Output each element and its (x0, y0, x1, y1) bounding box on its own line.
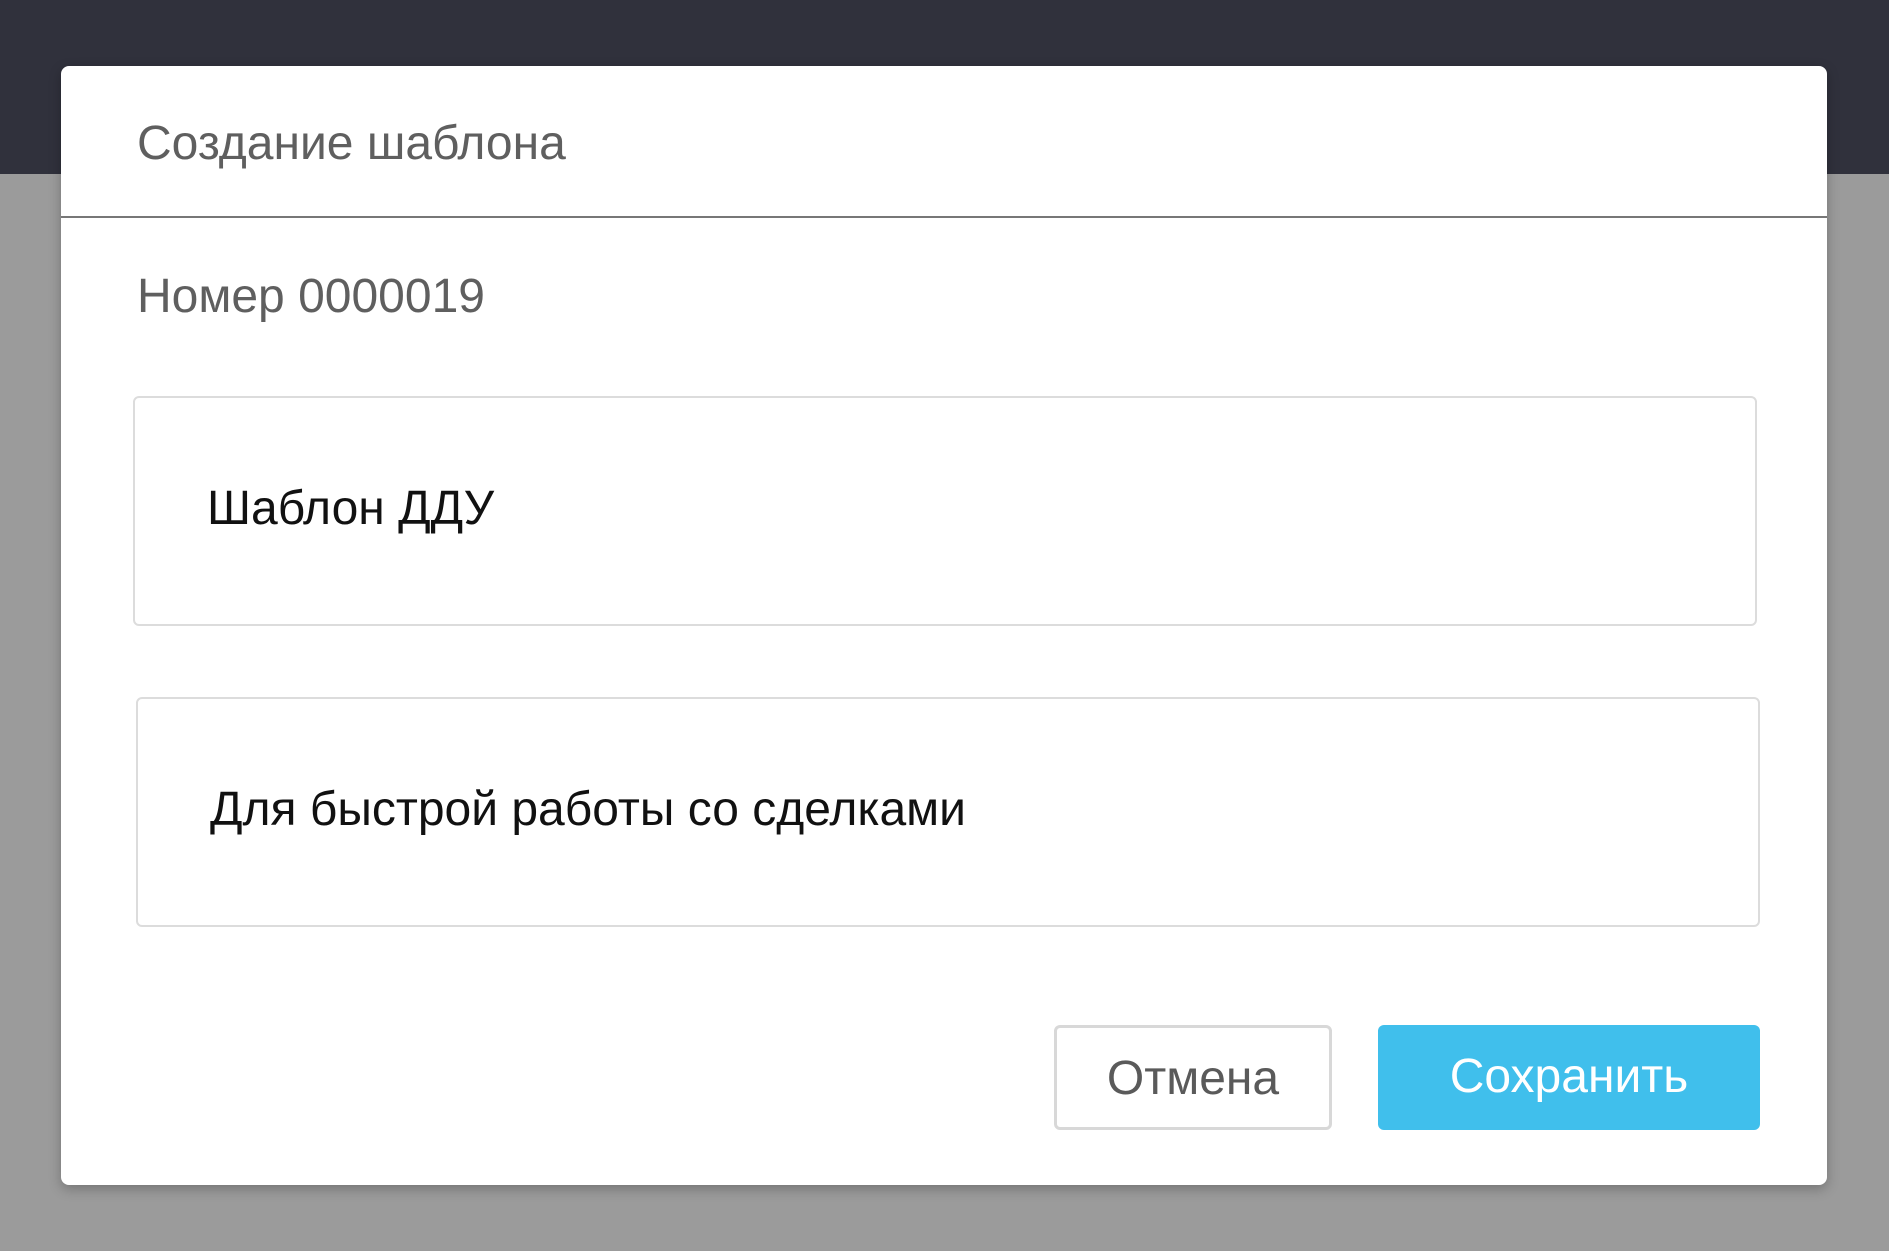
dialog-title: Создание шаблона (137, 117, 566, 170)
screen-overlay: Создание шаблона Номер 0000019 Шаблон ДД… (0, 0, 1889, 1251)
cancel-button[interactable]: Отмена (1054, 1025, 1332, 1130)
template-description-field[interactable]: Для быстрой работы со сделками (136, 697, 1760, 927)
create-template-dialog: Создание шаблона Номер 0000019 Шаблон ДД… (61, 66, 1827, 1185)
template-name-value: Шаблон ДДУ (207, 482, 495, 535)
template-number: Номер 0000019 (137, 270, 485, 323)
save-button[interactable]: Сохранить (1378, 1025, 1760, 1130)
template-description-value: Для быстрой работы со сделками (210, 783, 966, 836)
template-name-field[interactable]: Шаблон ДДУ (133, 396, 1757, 626)
dialog-header: Создание шаблона (61, 66, 1827, 218)
